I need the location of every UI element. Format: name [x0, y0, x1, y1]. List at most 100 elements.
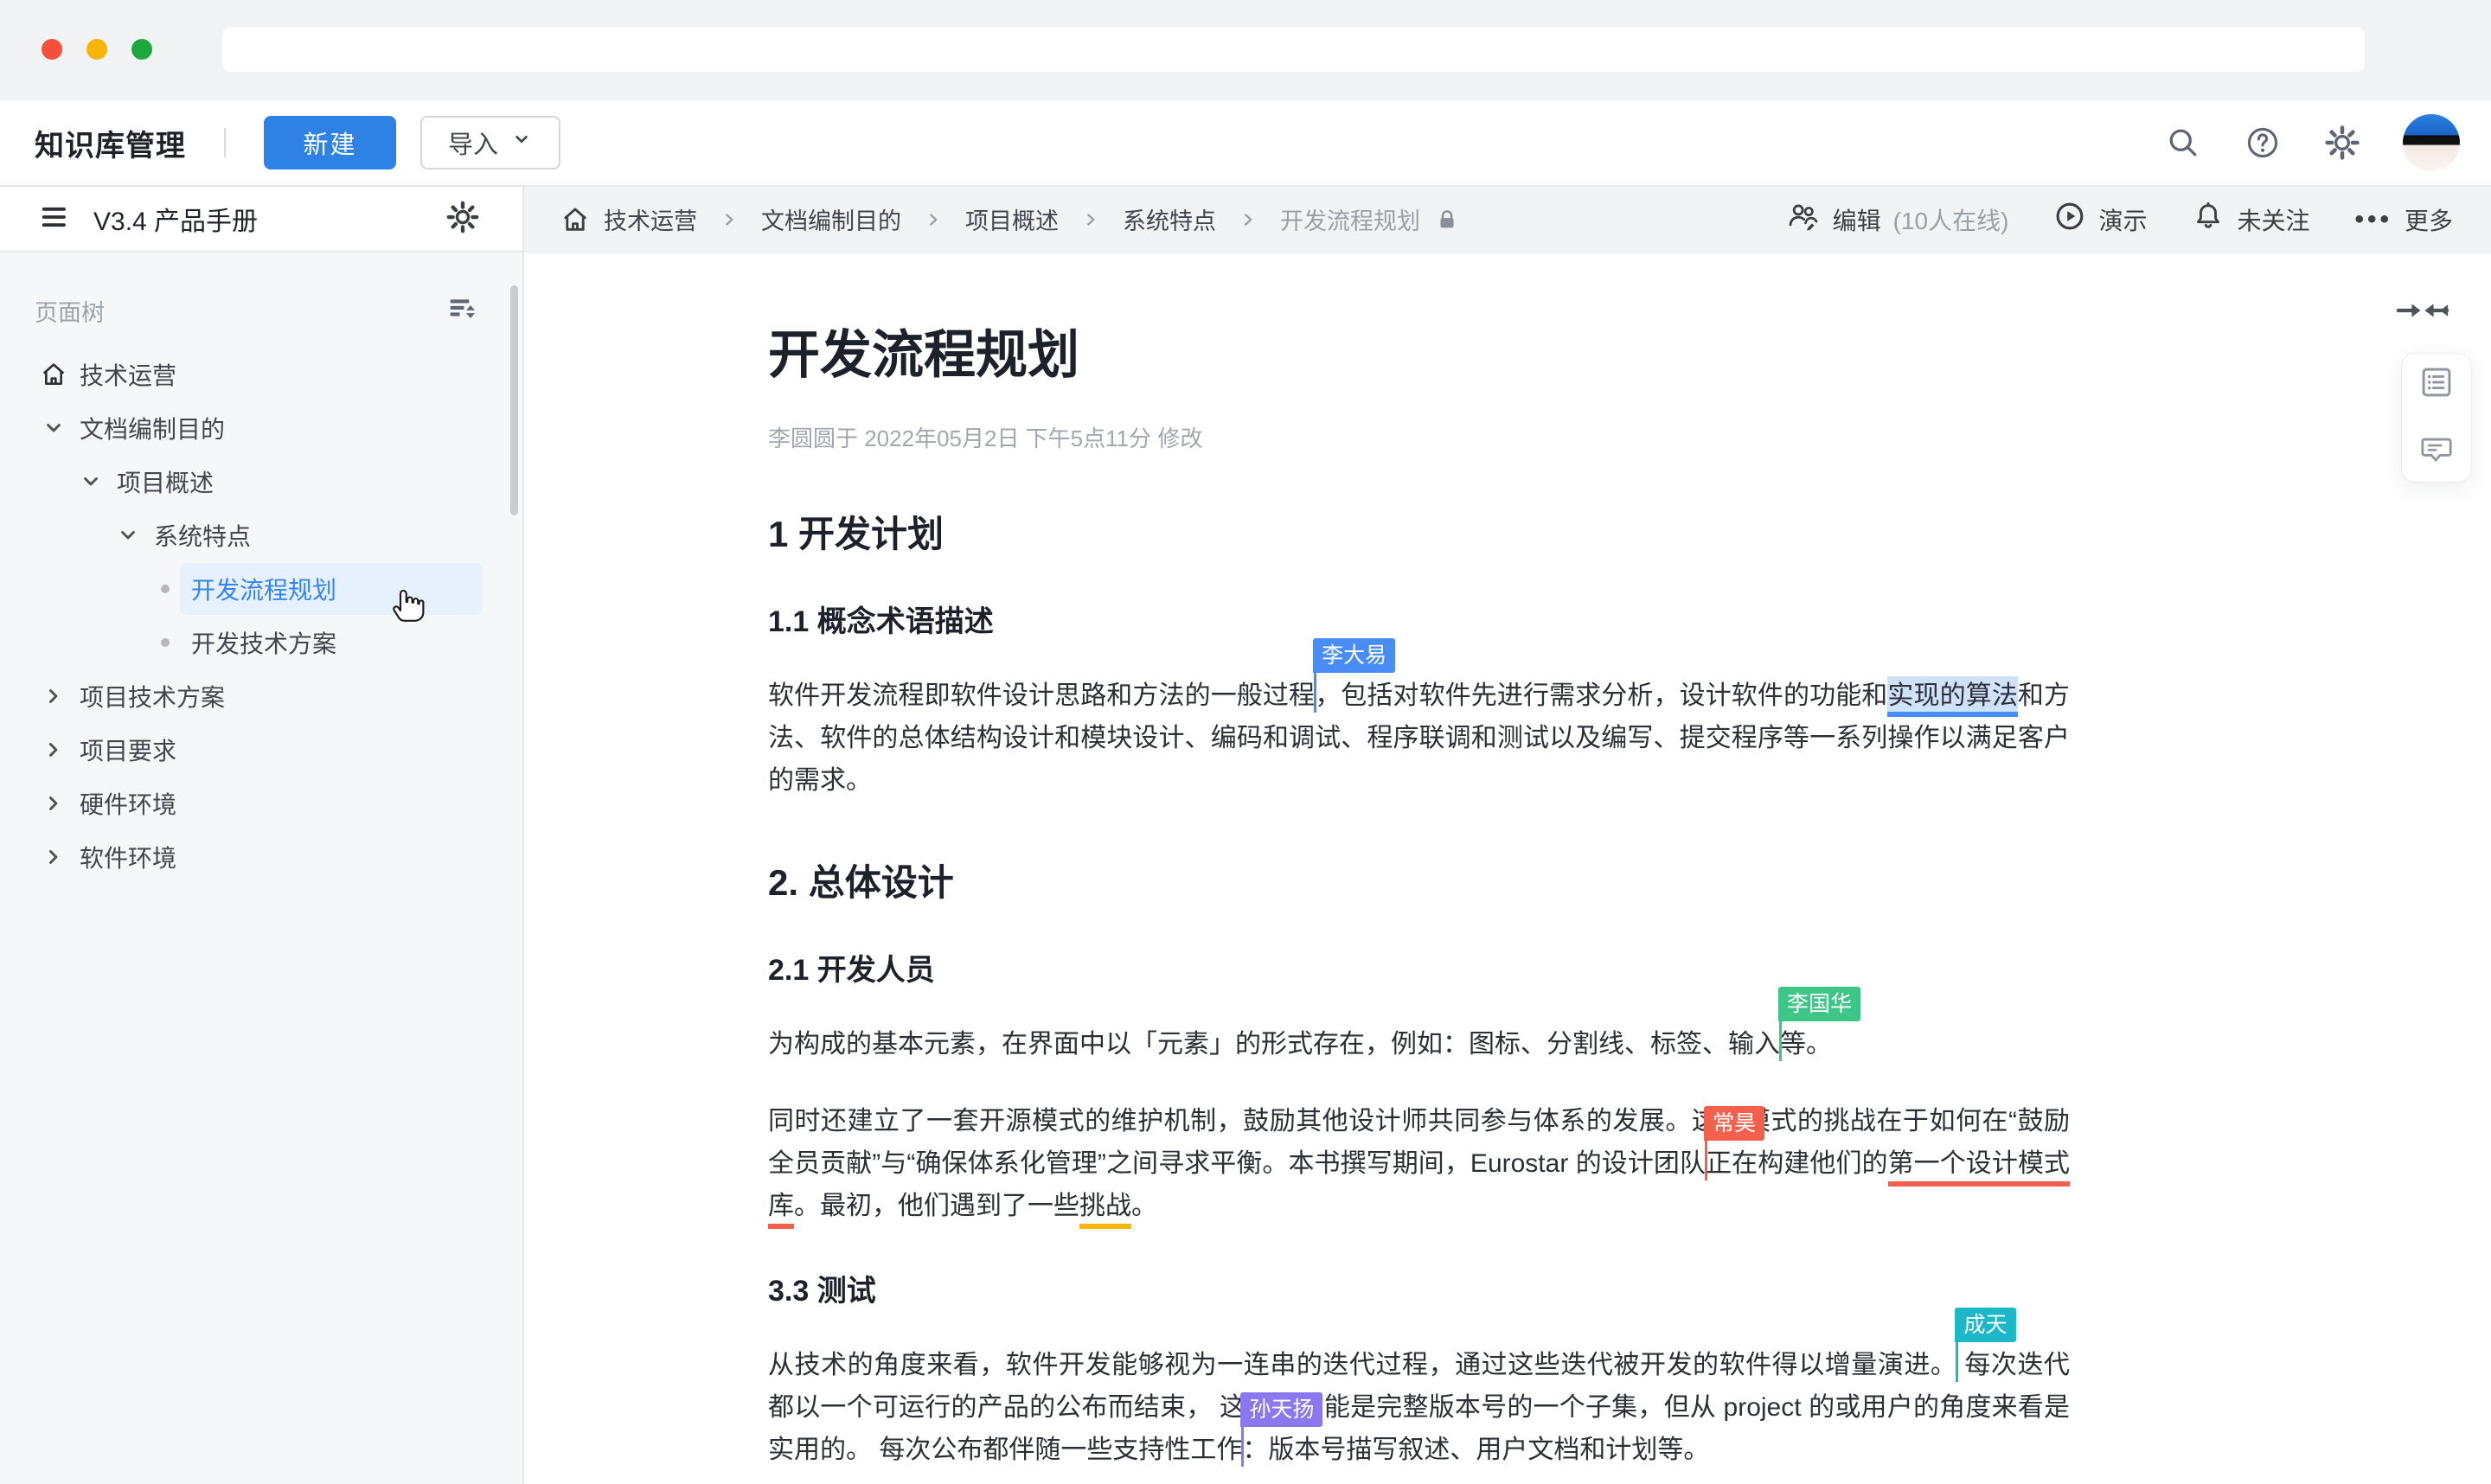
lock-icon	[1434, 207, 1460, 233]
page-tree-label: 页面树	[35, 294, 105, 328]
chevron-down-icon[interactable]	[112, 520, 144, 551]
hand-cursor	[391, 585, 426, 629]
home-icon[interactable]	[560, 205, 590, 234]
breadcrumb-item[interactable]: 文档编制目的	[761, 202, 901, 236]
document-actions: 编辑 (10人在线) 演示 未关注	[1786, 199, 2453, 240]
paragraph: 为构成的基本元素，在界面中以「元素」的形式存在，例如：图标、分割线、标签、输入李…	[768, 1023, 2070, 1065]
address-bar[interactable]	[222, 27, 2365, 72]
tree-item-label: 开发技术方案	[191, 625, 336, 660]
tree-item-label: 软件环境	[80, 840, 176, 874]
tree-item-label: 文档编制目的	[80, 411, 225, 445]
zoom-window-button[interactable]	[131, 39, 152, 60]
online-count: (10人在线)	[1893, 202, 2009, 237]
tree-item-project-overview[interactable]: 项目概述	[0, 455, 522, 509]
chevron-right-icon[interactable]	[38, 841, 69, 873]
gear-icon[interactable]	[2323, 124, 2361, 162]
help-icon[interactable]	[2244, 124, 2282, 162]
content-area: 技术运营文档编制目的项目概述系统特点开发流程规划 编辑 (10人在线)	[524, 187, 2491, 1484]
breadcrumb-bar: 技术运营 文档编制目的 项目概述 系统特点 开发流程规划 编辑 (10人在线)	[524, 187, 2491, 253]
window-controls	[42, 39, 152, 60]
tree-item-dev-tech-plan[interactable]: 开发技术方案	[0, 616, 522, 669]
book-title: V3.4 产品手册	[93, 200, 445, 238]
sidebar-gear-icon[interactable]	[445, 199, 481, 240]
chevron-right-icon[interactable]	[38, 681, 69, 712]
tree-item-hardware-env[interactable]: 硬件环境	[0, 777, 522, 830]
collapse-panel-icon[interactable]	[2396, 297, 2449, 328]
ellipsis-icon: •••	[2354, 205, 2392, 234]
dot-icon	[150, 573, 181, 604]
chevron-down-icon[interactable]	[38, 413, 69, 444]
collaborator-name-tag: 李大易	[1313, 638, 1395, 673]
collab-caret	[1956, 1342, 1958, 1382]
breadcrumb-item[interactable]: 技术运营	[604, 202, 697, 236]
tree-item-label: 项目概述	[117, 464, 214, 499]
app-title: 知识库管理	[35, 122, 186, 164]
collab-caret	[1241, 1427, 1244, 1467]
page-tree: 技术运营文档编制目的项目概述系统特点开发流程规划开发技术方案项目技术方案项目要求…	[0, 348, 522, 884]
tree-item-tech-ops[interactable]: 技术运营	[0, 348, 522, 401]
marked-text-hl-blue: 实现的算法	[1887, 676, 2018, 717]
tree-item-label: 系统特点	[154, 518, 251, 553]
play-circle-icon	[2053, 200, 2086, 239]
breadcrumb-separator-icon	[1081, 210, 1100, 229]
present-label: 演示	[2098, 202, 2147, 237]
titlebar	[0, 0, 2491, 100]
outline-icon[interactable]	[2418, 364, 2455, 405]
tree-item-project-requirements[interactable]: 项目要求	[0, 723, 522, 777]
hamburger-icon[interactable]	[38, 200, 73, 239]
paragraph: 从技术的角度来看，软件开发能够视为一连串的迭代过程，通过这些迭代被开发的软件得以…	[768, 1344, 2070, 1471]
new-button[interactable]: 新建	[264, 116, 396, 170]
section-heading: 1 开发计划	[768, 505, 2070, 558]
tree-item-dev-process-plan[interactable]: 开发流程规划	[0, 562, 522, 616]
chevron-right-icon[interactable]	[38, 734, 69, 765]
section-heading: 2. 总体设计	[768, 854, 2070, 906]
paragraph: 软件开发流程即软件设计思路和方法的一般过程李大易，包括对软件先进行需求分析，设计…	[768, 675, 2070, 802]
tree-label-row: 页面树	[0, 292, 522, 327]
breadcrumb-item[interactable]: 项目概述	[965, 202, 1059, 236]
minimize-window-button[interactable]	[86, 39, 107, 60]
paragraph: 同时还建立了一套开源模式的维护机制，鼓励其他设计师共同参与体系的发展。这个模式的…	[768, 1100, 2070, 1227]
search-icon[interactable]	[2164, 124, 2202, 162]
breadcrumb-separator-icon	[924, 210, 943, 229]
app-window: 知识库管理 新建 导入	[0, 0, 2491, 1484]
document-title: 开发流程规划	[768, 313, 2070, 388]
tree-item-system-features[interactable]: 系统特点	[0, 509, 522, 562]
main-area: V3.4 产品手册 页面树 技术运营文档编制目的项目概述系统特点开发流程规划开发…	[0, 187, 2491, 1484]
document-blocks: 1 开发计划1.1 概念术语描述软件开发流程即软件设计思路和方法的一般过程李大易…	[768, 505, 2070, 1484]
chevron-down-icon[interactable]	[75, 466, 106, 497]
breadcrumb-item[interactable]: 系统特点	[1123, 202, 1216, 236]
tree-item-label: 项目技术方案	[80, 679, 225, 713]
edit-action[interactable]: 编辑 (10人在线)	[1786, 199, 2009, 240]
import-button[interactable]: 导入	[420, 116, 560, 170]
avatar[interactable]	[2403, 114, 2460, 171]
doc-tools-card	[2401, 353, 2472, 483]
edit-label: 编辑	[1833, 202, 1881, 237]
tree-item-doc-purpose[interactable]: 文档编制目的	[0, 401, 522, 455]
more-label: 更多	[2405, 202, 2453, 237]
collab-caret	[1314, 673, 1316, 713]
bell-icon	[2192, 200, 2225, 239]
close-window-button[interactable]	[42, 39, 62, 60]
collab-caret	[1779, 1021, 1782, 1061]
document[interactable]: 开发流程规划 李圆圆于 2022年05月2日 下午5点11分 修改 1 开发计划…	[768, 313, 2070, 1484]
present-action[interactable]: 演示	[2053, 200, 2147, 239]
sort-icon[interactable]	[445, 292, 479, 331]
breadcrumb-item: 开发流程规划	[1280, 202, 1420, 236]
chevron-right-icon[interactable]	[38, 788, 69, 819]
people-icon	[1786, 199, 1821, 240]
home-icon	[38, 359, 69, 390]
tree-item-label: 开发流程规划	[191, 572, 336, 606]
sidebar-scrollbar[interactable]	[510, 285, 518, 515]
tree-item-project-tech-plan[interactable]: 项目技术方案	[0, 669, 522, 723]
dot-icon	[150, 627, 181, 658]
collaborator-name-tag: 常昊	[1704, 1106, 1764, 1141]
collab-caret	[1705, 1141, 1707, 1180]
collaborator-name-tag: 孙天扬	[1240, 1392, 1322, 1427]
app-header: 知识库管理 新建 导入	[0, 100, 2491, 187]
tree-item-label: 硬件环境	[80, 786, 176, 821]
tree-item-label: 技术运营	[80, 357, 176, 392]
tree-item-software-env[interactable]: 软件环境	[0, 830, 522, 884]
comment-icon[interactable]	[2418, 431, 2455, 471]
follow-action[interactable]: 未关注	[2192, 200, 2309, 239]
more-action[interactable]: ••• 更多	[2354, 202, 2453, 237]
